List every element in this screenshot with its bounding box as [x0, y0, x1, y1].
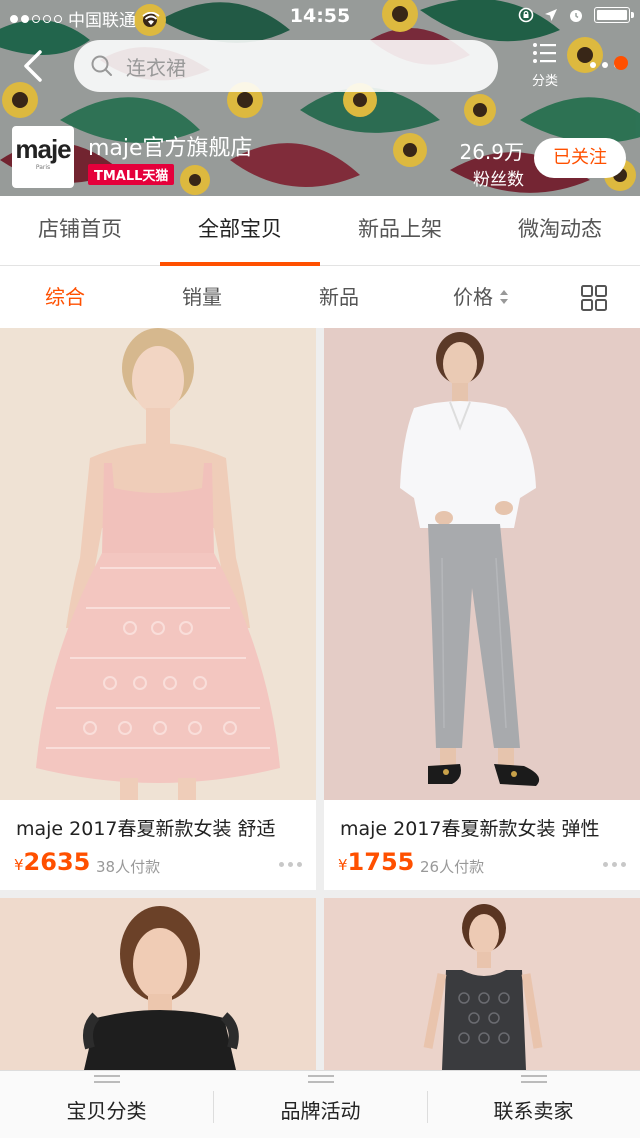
- product-title[interactable]: maje 2017春夏新款女装 弹性: [340, 814, 600, 841]
- contact-seller-button[interactable]: 联系卖家: [427, 1071, 640, 1138]
- brand-events-button[interactable]: 品牌活动: [214, 1071, 427, 1138]
- bottom-action-bar: 宝贝分类 品牌活动 联系卖家: [0, 1070, 640, 1138]
- tab-label: 全部宝贝: [198, 217, 282, 241]
- menu-handle-icon: [93, 1075, 120, 1083]
- item-categories-button[interactable]: 宝贝分类: [0, 1071, 213, 1138]
- tab-shop-home[interactable]: 店铺首页: [0, 196, 160, 266]
- product-card[interactable]: maje 2017春夏新款女装 弹性 ¥1755 26人付款: [324, 328, 640, 890]
- more-options-icon[interactable]: [279, 862, 302, 867]
- tmall-badge: TMALL天猫: [88, 164, 175, 185]
- grid-view-icon: [581, 285, 607, 311]
- sort-comprehensive[interactable]: 综合: [0, 266, 130, 328]
- status-bar: 中国联通 14:55: [0, 0, 640, 34]
- bottom-bar-label: 联系卖家: [493, 1099, 574, 1123]
- sort-arrows-icon: [500, 289, 508, 304]
- product-price: ¥1755: [338, 848, 414, 876]
- alarm-icon: [570, 10, 582, 22]
- product-image[interactable]: [324, 328, 640, 800]
- follow-button[interactable]: 已关注: [534, 138, 626, 178]
- sort-price-label: 价格: [453, 285, 493, 309]
- price-value: 1755: [347, 848, 415, 876]
- fans-label: 粉丝数: [473, 170, 524, 190]
- product-photo-black-top: [0, 898, 316, 1070]
- shop-name[interactable]: maje官方旗舰店: [88, 130, 253, 162]
- back-button[interactable]: [14, 46, 54, 86]
- menu-handle-icon: [520, 1075, 547, 1083]
- tab-new-arrivals[interactable]: 新品上架: [320, 196, 480, 266]
- sort-price[interactable]: 价格: [416, 266, 546, 328]
- shop-header-banner: 中国联通 14:55 连衣裙 分类 maje Paris maje官方旗舰店 T…: [0, 0, 640, 196]
- product-photo-blouse-jeans: [324, 328, 640, 800]
- fans-count: 26.9万: [459, 140, 524, 164]
- notification-dot: [614, 56, 628, 70]
- product-image[interactable]: [0, 328, 316, 800]
- header-nav-row: 连衣裙 分类: [0, 38, 640, 94]
- sold-count: 38人付款: [96, 858, 161, 876]
- back-arrow-icon: [24, 50, 42, 82]
- menu-handle-icon: [307, 1075, 334, 1083]
- search-icon: [91, 55, 112, 76]
- price-currency: ¥: [338, 856, 348, 874]
- product-photo-lace-dress: [324, 898, 640, 1070]
- shop-tabs: 店铺首页 全部宝贝 新品上架 微淘动态: [0, 196, 640, 266]
- search-bar[interactable]: 连衣裙: [74, 40, 498, 92]
- product-image[interactable]: [0, 898, 316, 1070]
- price-currency: ¥: [14, 856, 24, 874]
- price-value: 2635: [23, 848, 91, 876]
- tab-all-items[interactable]: 全部宝贝: [160, 196, 320, 266]
- product-card[interactable]: [0, 898, 316, 1070]
- bottom-bar-label: 宝贝分类: [66, 1099, 147, 1123]
- location-arrow-icon: [545, 9, 557, 21]
- sort-sales[interactable]: 销量: [137, 266, 267, 328]
- category-list-icon: [533, 43, 556, 63]
- sort-bar: 综合 销量 新品 价格: [0, 266, 640, 328]
- tab-label: 店铺首页: [38, 217, 122, 241]
- product-photo-dress-pink: [0, 328, 316, 800]
- product-title[interactable]: maje 2017春夏新款女装 舒适: [16, 814, 276, 841]
- more-button[interactable]: [580, 50, 630, 80]
- battery-icon: [594, 7, 634, 23]
- product-card[interactable]: maje 2017春夏新款女装 舒适 ¥2635 38人付款: [0, 328, 316, 890]
- search-placeholder: 连衣裙: [126, 55, 186, 80]
- status-right-icons: [518, 7, 634, 23]
- tab-label: 微淘动态: [518, 217, 602, 241]
- bottom-bar-label: 品牌活动: [280, 1099, 361, 1123]
- shop-logo[interactable]: maje Paris: [12, 126, 74, 188]
- category-label: 分类: [531, 74, 558, 89]
- tab-weitao-feed[interactable]: 微淘动态: [480, 196, 640, 266]
- more-options-icon[interactable]: [603, 862, 626, 867]
- sold-count: 26人付款: [420, 858, 485, 876]
- shop-info-row: maje Paris maje官方旗舰店 TMALL天猫 26.9万 粉丝数 已…: [0, 124, 640, 192]
- product-card[interactable]: [324, 898, 640, 1070]
- tab-label: 新品上架: [358, 217, 442, 241]
- sort-new[interactable]: 新品: [274, 266, 404, 328]
- fans-info: 26.9万 粉丝数: [446, 136, 524, 190]
- rotation-lock-icon: [518, 7, 534, 23]
- product-price: ¥2635: [14, 848, 90, 876]
- product-image[interactable]: [324, 898, 640, 1070]
- category-button[interactable]: 分类: [522, 42, 568, 92]
- grid-view-toggle[interactable]: [580, 284, 608, 312]
